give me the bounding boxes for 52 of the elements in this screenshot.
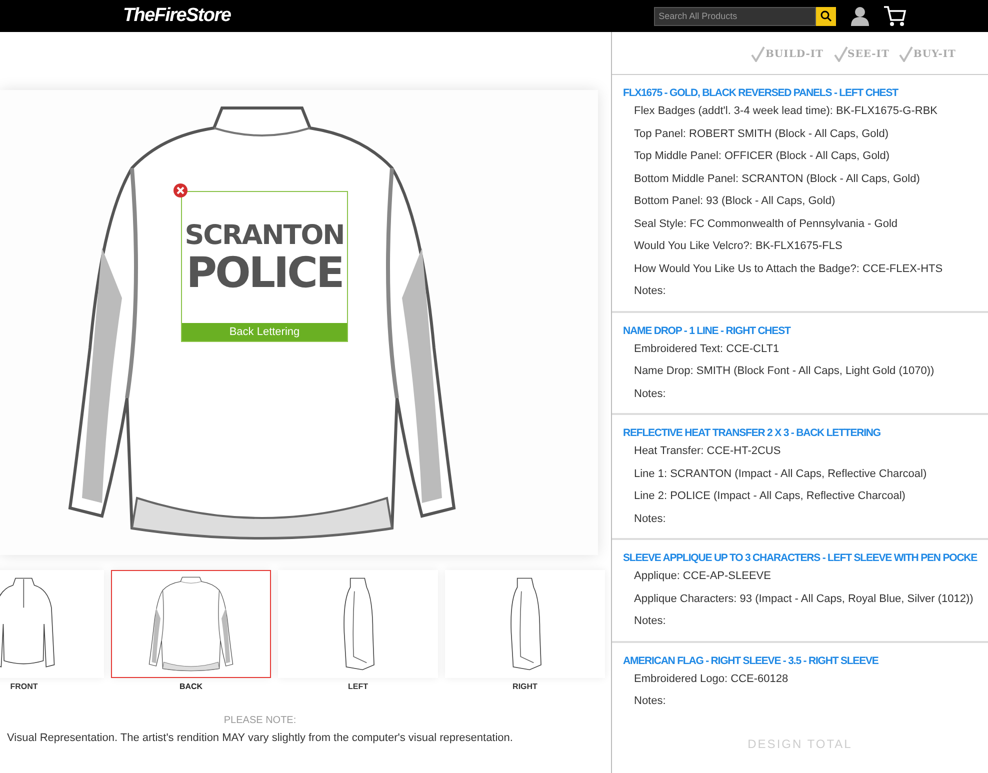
step-label: BUY-IT bbox=[913, 48, 956, 62]
step-label: SEE-IT bbox=[848, 48, 890, 62]
view-label: FRONT bbox=[10, 681, 38, 693]
view-thumbnail[interactable] bbox=[278, 570, 438, 678]
section-title: FLX1675 - GOLD, BLACK REVERSED PANELS - LEFT CHEST bbox=[623, 86, 900, 100]
detail-line: Notes: bbox=[633, 386, 667, 402]
store-logo[interactable]: TheFireStore bbox=[123, 2, 231, 30]
detail-line: Seal Style: FC Commonwealth of Pennsylvania - Gold bbox=[633, 216, 899, 232]
note-text: Visual Representation. The artist's rendition MAY vary slightly from the computer's visual representation. bbox=[7, 731, 513, 746]
section-title: AMERICAN FLAG - RIGHT SLEEVE - 3.5 - RIGHT SLEEVE bbox=[623, 654, 880, 668]
detail-line: Notes: bbox=[633, 694, 667, 709]
detail-line: Embroidered Text: CCE-CLT1 bbox=[633, 342, 780, 356]
section-title: NAME DROP - 1 LINE - RIGHT CHEST bbox=[623, 324, 792, 338]
view-label: LEFT bbox=[348, 681, 368, 693]
search-button[interactable] bbox=[816, 6, 836, 26]
check-icon bbox=[834, 46, 848, 62]
detail-line: Name Drop: SMITH (Block Font - All Caps, Light Gold (1070)) bbox=[633, 364, 936, 379]
detail-line: Heat Transfer: CCE-HT-2CUS bbox=[633, 444, 782, 459]
detail-line: How Would You Like Us to Attach the Badge?: CCE-FLEX-HTS bbox=[633, 262, 944, 276]
detail-line: Would You Like Velcro?: BK-FLX1675-FLS bbox=[633, 239, 844, 254]
lettering-line: SCRANTON bbox=[184, 220, 344, 250]
check-icon bbox=[751, 46, 766, 62]
detail-line: Line 2: POLICE (Impact - All Caps, Reflective Charcoal) bbox=[633, 489, 906, 504]
view-label: RIGHT bbox=[512, 681, 538, 693]
detail-line: Top Panel: ROBERT SMITH (Block - All Caps, Gold) bbox=[633, 126, 890, 142]
detail-line: Embroidered Logo: CCE-60128 bbox=[633, 672, 790, 686]
view-label: BACK bbox=[179, 681, 203, 693]
user-icon[interactable] bbox=[850, 6, 870, 26]
detail-line: Bottom Panel: 93 (Block - All Caps, Gold) bbox=[633, 194, 836, 209]
remove-icon[interactable] bbox=[173, 183, 188, 198]
cart-icon[interactable] bbox=[882, 5, 907, 27]
step-label: BUILD-IT bbox=[765, 48, 824, 62]
detail-line: Applique: CCE-AP-SLEEVE bbox=[633, 569, 772, 584]
detail-line: Notes: bbox=[633, 284, 667, 299]
detail-line: Bottom Middle Panel: SCRANTON (Block - All Caps, Gold) bbox=[633, 172, 921, 186]
search-field[interactable]: Search All Products bbox=[654, 6, 816, 26]
note-title: PLEASE NOTE: bbox=[224, 714, 296, 728]
view-thumbnail[interactable] bbox=[445, 570, 605, 678]
detail-line: Applique Characters: 93 (Impact - All Caps, Royal Blue, Silver (1012)) bbox=[633, 592, 974, 606]
detail-line: Notes: bbox=[633, 614, 667, 629]
lettering-label: Back Lettering bbox=[182, 323, 347, 341]
lettering-area[interactable]: SCRANTON POLICE Back Lettering bbox=[181, 191, 348, 342]
detail-line: Notes: bbox=[633, 512, 667, 526]
check-icon bbox=[899, 46, 914, 62]
detail-line: Top Middle Panel: OFFICER (Block - All Caps, Gold) bbox=[633, 149, 891, 164]
lettering-line: POLICE bbox=[186, 250, 343, 294]
view-thumbnail[interactable] bbox=[111, 570, 271, 678]
detail-line: Flex Badges (addt'l. 3-4 week lead time): BK-FLX1675-G-RBK bbox=[633, 104, 939, 119]
detail-line: Line 1: SCRANTON (Impact - All Caps, Reflective Charcoal) bbox=[633, 466, 928, 482]
section-title: SLEEVE APPLIQUE UP TO 3 CHARACTERS - LEFT SLEEVE WITH PEN POCKE bbox=[623, 551, 978, 565]
search-icon bbox=[820, 10, 832, 22]
section-title: REFLECTIVE HEAT TRANSFER 2 X 3 - BACK LETTERING bbox=[623, 426, 882, 440]
